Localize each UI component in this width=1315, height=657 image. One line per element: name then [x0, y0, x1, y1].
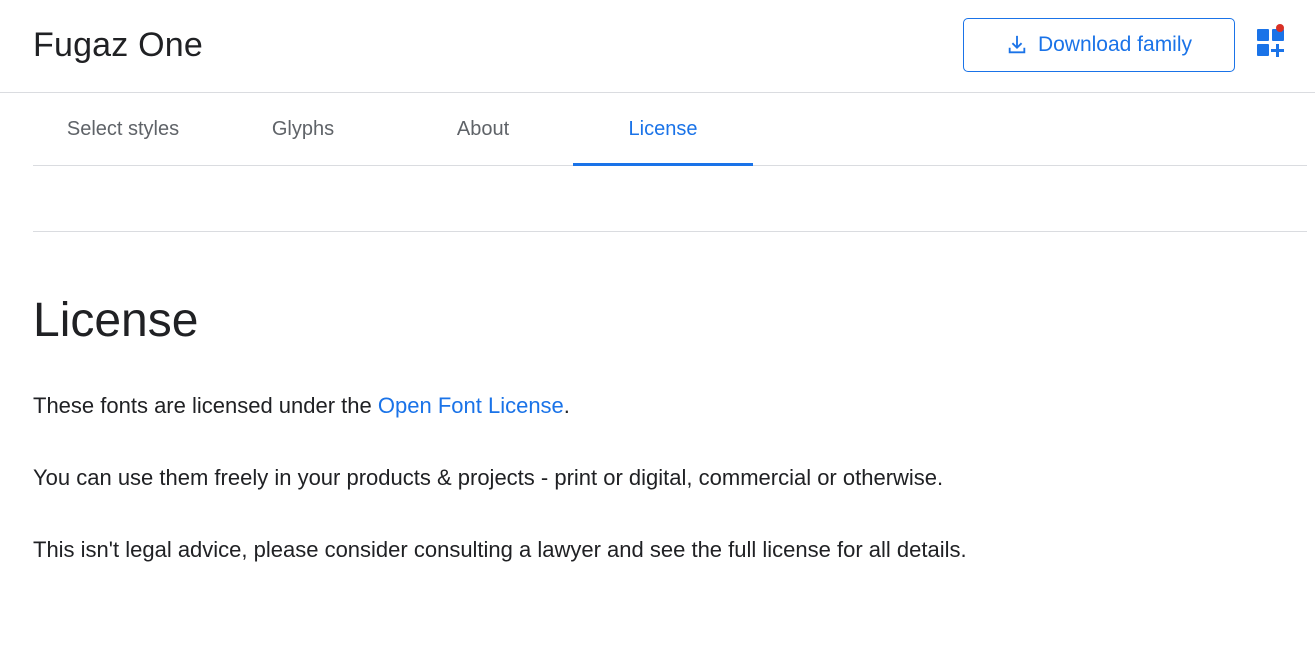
download-family-button[interactable]: Download family [963, 18, 1235, 72]
download-icon [1006, 34, 1028, 56]
license-text-prefix: These fonts are licensed under the [33, 393, 378, 418]
add-to-collection-button[interactable] [1252, 24, 1296, 64]
tab-about[interactable]: About [393, 93, 573, 165]
license-text-suffix: . [563, 393, 570, 418]
section-divider [33, 231, 1307, 232]
page-header: Fugaz One Download family [0, 0, 1315, 93]
license-heading: License [33, 294, 199, 347]
tab-select-styles[interactable]: Select styles [33, 93, 213, 165]
open-font-license-link[interactable]: Open Font License [378, 393, 564, 418]
license-paragraph-3: This isn't legal advice, please consider… [33, 537, 967, 562]
tab-glyphs[interactable]: Glyphs [213, 93, 393, 165]
download-family-label: Download family [1037, 33, 1193, 56]
notification-dot [1276, 24, 1284, 32]
font-family-title: Fugaz One [33, 26, 204, 64]
tab-license[interactable]: License [573, 93, 753, 166]
license-paragraph-1: These fonts are licensed under the Open … [33, 391, 570, 421]
tab-bar: Select styles Glyphs About License [33, 93, 1307, 166]
license-paragraph-2: You can use them freely in your products… [33, 465, 944, 490]
